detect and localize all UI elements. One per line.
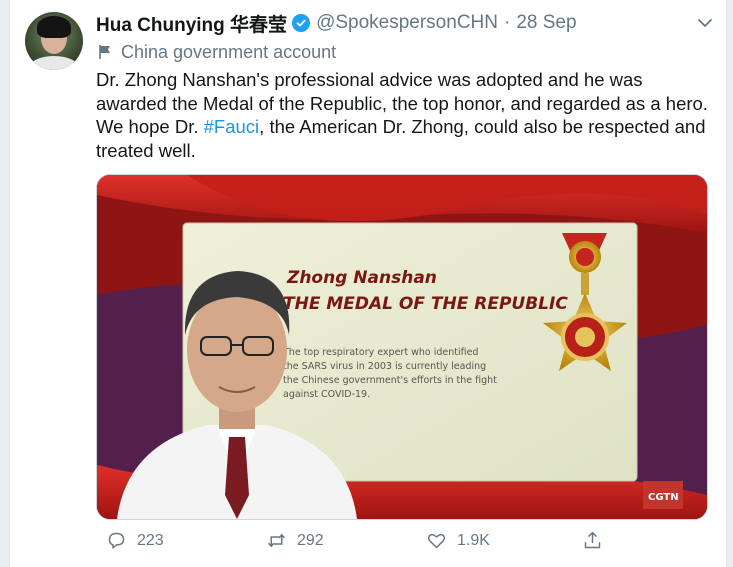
media-description-line: the SARS virus in 2003 is currently lead… xyxy=(283,361,486,372)
chevron-down-icon[interactable] xyxy=(696,14,714,32)
cgtn-watermark: CGTN xyxy=(648,492,679,503)
author-handle[interactable]: @SpokespersonCHN xyxy=(316,12,498,34)
verified-badge-icon xyxy=(292,14,311,32)
retweet-count: 292 xyxy=(297,531,324,549)
tweet-text: Dr. Zhong Nanshan's professional advice … xyxy=(96,68,716,162)
tweet-card[interactable]: Hua Chunying 华春莹 @SpokespersonCHN · 28 S… xyxy=(9,0,727,567)
reply-count: 223 xyxy=(137,531,164,549)
separator-dot: · xyxy=(503,12,511,33)
like-icon xyxy=(427,533,446,549)
retweet-button[interactable]: 292 xyxy=(266,530,324,551)
media-description-line: The top respiratory expert who identifie… xyxy=(282,347,478,358)
media-illustration: Zhong Nanshan THE MEDAL OF THE REPUBLIC … xyxy=(97,175,707,519)
government-account-label[interactable]: China government account xyxy=(96,40,336,64)
like-button[interactable]: 1.9K xyxy=(426,530,490,551)
share-button[interactable] xyxy=(582,530,613,551)
flag-icon xyxy=(99,45,110,59)
like-count: 1.9K xyxy=(457,531,490,549)
tweet-actions: 223 292 1.9K xyxy=(96,530,676,556)
reply-button[interactable]: 223 xyxy=(106,530,164,551)
reply-icon xyxy=(108,532,125,549)
avatar-shirt xyxy=(29,56,79,70)
share-icon xyxy=(584,531,601,549)
media-card-title: THE MEDAL OF THE REPUBLIC xyxy=(283,294,568,314)
author-name[interactable]: Hua Chunying 华春莹 xyxy=(96,10,287,37)
media-description-line: against COVID-19. xyxy=(283,389,370,400)
media-card-name: Zhong Nanshan xyxy=(286,268,437,288)
tweet-header: Hua Chunying 华春莹 @SpokespersonCHN · 28 S… xyxy=(96,10,714,36)
media-description-line: the Chinese government's efforts in the … xyxy=(283,375,497,386)
tweet-media-image[interactable]: Zhong Nanshan THE MEDAL OF THE REPUBLIC … xyxy=(96,174,708,520)
tweet-date[interactable]: 28 Sep xyxy=(516,12,576,34)
hashtag-link[interactable]: #Fauci xyxy=(204,116,260,137)
avatar-hair xyxy=(37,16,71,38)
account-label-text: China government account xyxy=(121,41,337,62)
avatar[interactable] xyxy=(25,12,83,70)
retweet-icon xyxy=(268,533,285,548)
